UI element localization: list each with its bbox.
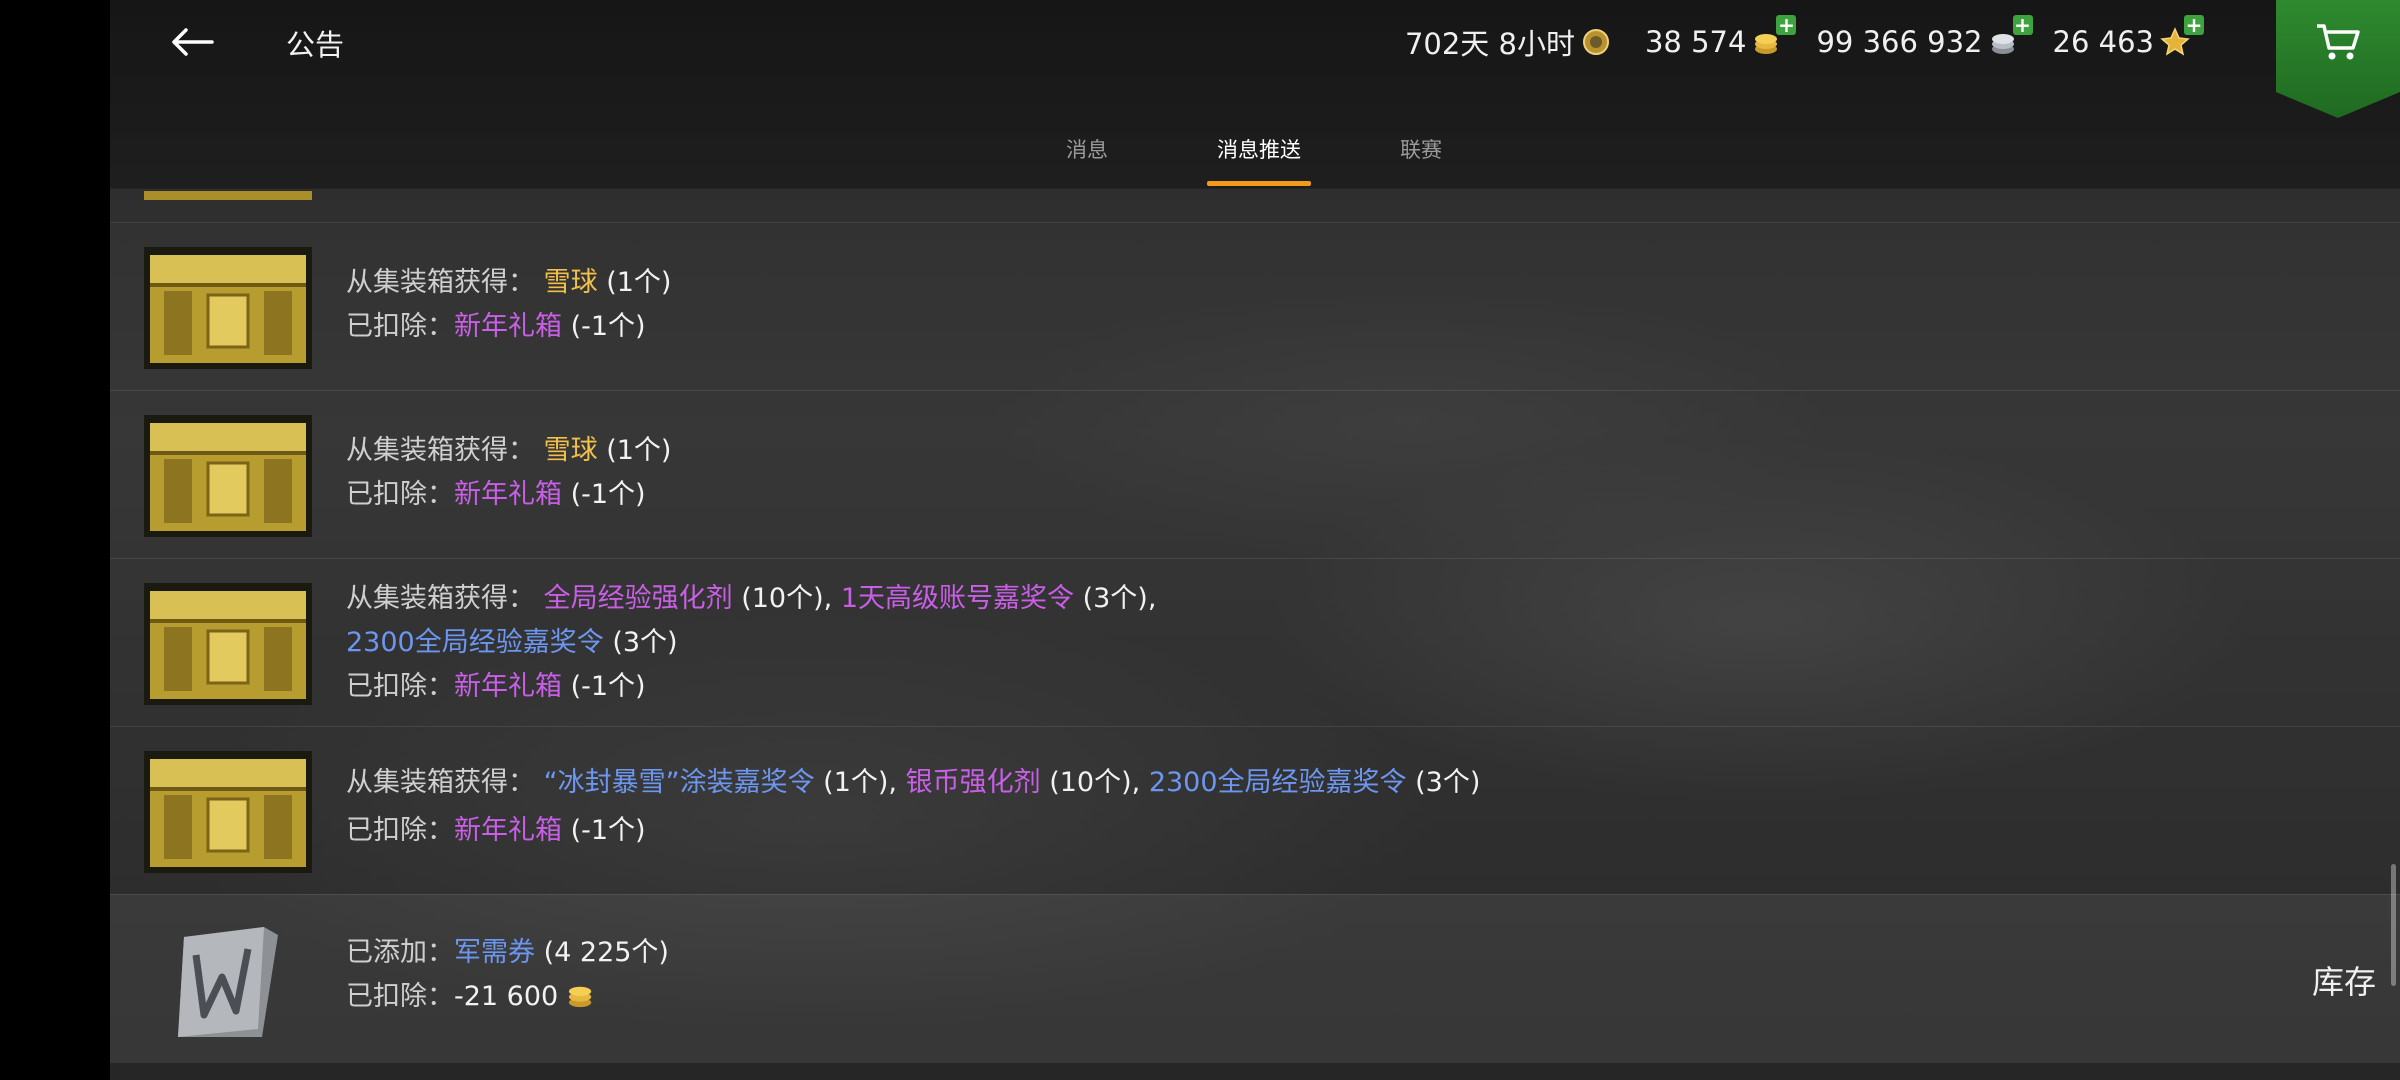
tab-messages-label: 消息 — [1066, 138, 1108, 162]
back-arrow-icon — [172, 28, 214, 56]
partial-chest-thumbnail — [144, 188, 312, 200]
from-container-label: 从集装箱获得： — [346, 583, 535, 614]
app-window: 公告 702天 8小时 38 574 + 99 366 932 + 26 463… — [110, 0, 2400, 1080]
add-stars-icon[interactable]: + — [2184, 15, 2204, 35]
tab-push-messages[interactable]: 消息推送 — [1179, 124, 1339, 188]
deduct-qty: (-1个) — [570, 815, 646, 846]
item-name: 1天高级账号嘉奖令 — [840, 583, 1074, 614]
item-name: 2300全局经验嘉奖令 — [1148, 767, 1407, 798]
add-label: 已添加： — [346, 937, 454, 968]
from-container-label: 从集装箱获得： — [346, 767, 535, 798]
message-text: 从集装箱获得： “冰封暴雪”涂装嘉奖令 (1个), 银币强化剂 (10个), 2… — [346, 761, 1480, 853]
from-container-label: 从集装箱获得： — [346, 267, 535, 298]
separator: , — [1131, 767, 1141, 798]
premium-time[interactable]: 702天 8小时 — [1405, 21, 1611, 63]
back-button[interactable] — [162, 18, 222, 66]
deduct-qty: (-1个) — [570, 671, 646, 702]
added-item-name: 军需券 — [454, 937, 535, 968]
deduct-item-name: 新年礼箱 — [454, 671, 562, 702]
gift-chest-icon — [144, 751, 312, 873]
premium-badge-icon — [1582, 29, 1609, 55]
gold-coins-icon — [568, 986, 592, 1008]
item-qty: (10个) — [1049, 767, 1132, 798]
deduct-label: 已扣除： — [346, 479, 454, 510]
tab-bar: 消息 消息推送 联赛 — [110, 124, 2400, 188]
deduct-amount: -21 600 — [454, 981, 559, 1012]
deduct-item-name: 新年礼箱 — [454, 815, 562, 846]
message-text: 从集装箱获得： 雪球 (1个) 已扣除：新年礼箱 (-1个) — [346, 261, 671, 349]
added-item-qty: (4 225个) — [543, 937, 669, 968]
silver-balance[interactable]: 99 366 932 + — [1816, 15, 2033, 59]
list-item[interactable]: 从集装箱获得： 全局经验强化剂 (10个), 1天高级账号嘉奖令 (3个), 2… — [110, 558, 2400, 727]
item-name: 雪球 — [543, 435, 598, 466]
list-item[interactable]: 已添加：军需券 (4 225个) 已扣除：-21 600 库存 — [110, 894, 2400, 1063]
item-qty: (3个) — [1415, 767, 1481, 798]
separator: , — [823, 583, 833, 614]
add-silver-icon[interactable]: + — [2012, 15, 2033, 35]
deduct-item-name: 新年礼箱 — [454, 479, 562, 510]
supply-voucher-icon — [178, 927, 278, 1037]
item-name: 全局经验强化剂 — [543, 583, 733, 614]
stars-value: 26 463 — [2052, 25, 2154, 59]
separator: , — [1147, 583, 1157, 614]
list-item[interactable]: 从集装箱获得： 雪球 (1个) 已扣除：新年礼箱 (-1个) — [110, 390, 2400, 559]
item-qty: (1个) — [606, 435, 672, 466]
silver-value: 99 366 932 — [1816, 25, 1983, 59]
scrollbar[interactable] — [2391, 864, 2396, 986]
item-name: 银币强化剂 — [905, 767, 1041, 798]
item-qty: (3个) — [1082, 583, 1148, 614]
deduct-qty: (-1个) — [570, 479, 646, 510]
inventory-button[interactable]: 库存 — [2312, 957, 2376, 1003]
list-item[interactable]: 从集装箱获得： “冰封暴雪”涂装嘉奖令 (1个), 银币强化剂 (10个), 2… — [110, 726, 2400, 895]
deduct-label: 已扣除： — [346, 815, 454, 846]
message-text: 从集装箱获得： 雪球 (1个) 已扣除：新年礼箱 (-1个) — [346, 429, 671, 517]
tab-league-label: 联赛 — [1400, 138, 1442, 162]
item-qty: (10个) — [741, 583, 824, 614]
add-gold-icon[interactable]: + — [1776, 15, 1797, 35]
message-list[interactable]: 从集装箱获得： 雪球 (1个) 已扣除：新年礼箱 (-1个) 从集装箱获得： 雪… — [110, 188, 2400, 1080]
deduct-label: 已扣除： — [346, 311, 454, 342]
deduct-item-name: 新年礼箱 — [454, 311, 562, 342]
gift-chest-icon — [144, 415, 312, 537]
separator: , — [888, 767, 898, 798]
list-item[interactable]: 从集装箱获得： 雪球 (1个) 已扣除：新年礼箱 (-1个) — [110, 222, 2400, 391]
page-title: 公告 — [286, 28, 345, 62]
deduct-qty: (-1个) — [570, 311, 646, 342]
item-qty: (1个) — [606, 267, 672, 298]
item-name: 2300全局经验嘉奖令 — [346, 627, 604, 658]
cart-icon — [2317, 24, 2360, 60]
gold-balance[interactable]: 38 574 + — [1644, 15, 1797, 59]
deduct-label: 已扣除： — [346, 671, 454, 702]
item-name: 雪球 — [543, 267, 598, 298]
shop-button[interactable] — [2276, 0, 2400, 118]
tab-messages[interactable]: 消息 — [1007, 124, 1167, 188]
item-name: “冰封暴雪”涂装嘉奖令 — [543, 767, 815, 798]
premium-time-value: 702天 8小时 — [1404, 27, 1575, 61]
item-qty: (3个) — [612, 627, 678, 658]
stars-balance[interactable]: 26 463 + — [2052, 15, 2204, 59]
from-container-label: 从集装箱获得： — [346, 435, 535, 466]
deduct-label: 已扣除： — [346, 981, 454, 1012]
item-qty: (1个) — [823, 767, 889, 798]
gift-chest-icon — [144, 583, 312, 705]
gift-chest-icon — [144, 247, 312, 369]
message-text: 从集装箱获得： 全局经验强化剂 (10个), 1天高级账号嘉奖令 (3个), 2… — [346, 577, 1156, 709]
tab-league[interactable]: 联赛 — [1341, 124, 1501, 188]
top-bar: 公告 702天 8小时 38 574 + 99 366 932 + 26 463… — [110, 0, 2400, 189]
currency-bar: 702天 8小时 38 574 + 99 366 932 + 26 463 + — [1405, 15, 2204, 66]
message-text: 已添加：军需券 (4 225个) 已扣除：-21 600 — [346, 931, 669, 1019]
tab-push-messages-label: 消息推送 — [1217, 138, 1301, 162]
gold-value: 38 574 — [1644, 25, 1747, 59]
